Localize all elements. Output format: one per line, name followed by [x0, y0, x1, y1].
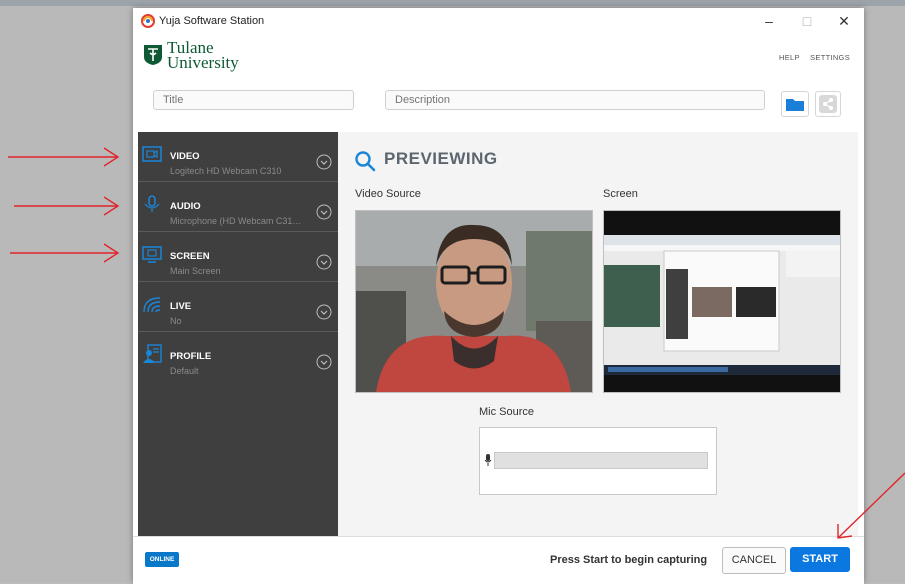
chevron-down-icon[interactable]: [316, 154, 332, 170]
app-window: Yuja Software Station – □ ✕ Tulane Unive…: [133, 8, 864, 584]
help-link[interactable]: HELP: [779, 53, 800, 62]
mic-level-meter: [494, 452, 708, 469]
online-status-badge: ONLINE: [145, 552, 179, 567]
source-sidebar: VIDEO Logitech HD Webcam C310 AUDIO Micr…: [138, 132, 338, 536]
brand-line-2: University: [167, 53, 239, 72]
chevron-down-icon[interactable]: [316, 204, 332, 220]
previewing-heading: PREVIEWING: [384, 149, 498, 168]
university-logo: Tulane University: [143, 39, 239, 72]
mic-source-label: Mic Source: [479, 406, 535, 418]
sidebar-item-value: Main Screen: [170, 266, 221, 276]
webcam-preview: [355, 210, 593, 393]
preview-panel: PREVIEWING Video Source Screen Mic Sourc…: [338, 132, 858, 536]
chevron-down-icon[interactable]: [316, 304, 332, 320]
start-button[interactable]: START: [790, 547, 850, 572]
sidebar-item-video[interactable]: VIDEO Logitech HD Webcam C310: [138, 132, 338, 182]
screen-icon: [142, 246, 162, 263]
chevron-down-icon[interactable]: [316, 354, 332, 370]
sidebar-item-label: VIDEO: [170, 151, 200, 162]
screen-preview-image: [604, 211, 840, 392]
share-button[interactable]: [815, 91, 841, 117]
sidebar-item-live[interactable]: LIVE No: [138, 282, 338, 332]
title-input[interactable]: [153, 90, 354, 110]
minimize-icon[interactable]: –: [754, 12, 784, 30]
sidebar-item-value: Default: [170, 366, 199, 376]
sidebar-item-profile[interactable]: PROFILE Default: [138, 332, 338, 381]
cancel-button[interactable]: CANCEL: [722, 547, 786, 574]
webcam-preview-image: [356, 211, 592, 392]
chevron-down-icon[interactable]: [316, 254, 332, 270]
share-icon: [819, 95, 837, 113]
microphone-icon: [484, 454, 492, 466]
close-icon[interactable]: ✕: [829, 12, 859, 30]
screen-label: Screen: [603, 188, 638, 200]
sidebar-item-label: AUDIO: [170, 201, 201, 212]
sidebar-item-value: Microphone (HD Webcam C31…: [170, 216, 302, 226]
sidebar-item-value: No: [170, 316, 182, 326]
mic-level-panel: [479, 427, 717, 495]
search-icon: [355, 151, 376, 172]
footer-bar: ONLINE Press Start to begin capturing CA…: [133, 536, 864, 584]
sidebar-item-value: Logitech HD Webcam C310: [170, 166, 282, 176]
maximize-icon[interactable]: □: [792, 12, 822, 30]
top-links: HELP SETTINGS: [771, 53, 850, 62]
sidebar-item-label: LIVE: [170, 301, 192, 312]
broadcast-icon: [143, 297, 161, 313]
title-bar: Yuja Software Station – □ ✕: [133, 8, 864, 34]
video-icon: [142, 146, 162, 162]
yuja-logo-icon: [141, 14, 155, 28]
sidebar-item-label: PROFILE: [170, 351, 212, 362]
microphone-icon: [144, 195, 160, 212]
description-input[interactable]: [385, 90, 765, 110]
video-source-label: Video Source: [355, 188, 421, 200]
desktop-taskbar-strip: [0, 0, 905, 6]
sidebar-item-screen[interactable]: SCREEN Main Screen: [138, 232, 338, 282]
capture-hint: Press Start to begin capturing: [550, 554, 708, 566]
screen-preview: [603, 210, 841, 393]
tulane-seal-icon: [144, 45, 162, 65]
settings-link[interactable]: SETTINGS: [810, 53, 850, 62]
folder-icon: [786, 99, 804, 111]
university-name: Tulane University: [167, 39, 239, 72]
folder-button[interactable]: [781, 91, 809, 117]
sidebar-item-audio[interactable]: AUDIO Microphone (HD Webcam C31…: [138, 182, 338, 232]
sidebar-item-label: SCREEN: [170, 251, 210, 262]
window-title: Yuja Software Station: [159, 15, 265, 27]
profile-icon: [143, 344, 162, 363]
